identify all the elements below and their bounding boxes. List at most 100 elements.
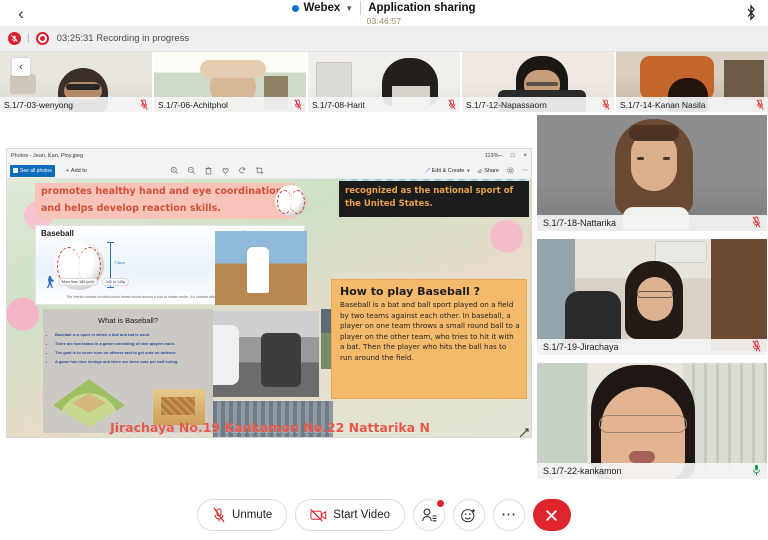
reactions-icon [461, 508, 476, 522]
filmstrip-thumb-1[interactable]: ‹ S.1/7-03-wenyong [0, 52, 152, 112]
recording-bar: | 03:25:31 Recording in progress [0, 26, 768, 52]
what-is-baseball-panel: What is Baseball? Baseball is a sport in… [43, 309, 213, 433]
how-to-play-title: How to play Baseball ? [340, 285, 480, 298]
edit-create-label: Edit & Create [431, 167, 465, 174]
add-to-button[interactable]: + Add to [66, 168, 87, 174]
maximize-button[interactable]: □ [511, 153, 515, 159]
unmute-button[interactable]: Unmute [197, 499, 288, 531]
tile-nameplate-3: S.1/7-22-kankamon [537, 463, 767, 479]
header-center: Webex ▼ Application sharing 03:46:57 [0, 1, 768, 26]
batter-photo [215, 231, 307, 305]
photos-right-tools: Edit & Create ▼ Share ⋯ [424, 166, 528, 175]
photos-window-title: Photos - Jean, Kan, Ploy.jpeg [11, 153, 84, 159]
tile-nameplate-2: S.1/7-19-Jirachaya [537, 339, 767, 355]
filmstrip-thumb-4[interactable]: S.1/7-12-Napassaorn [462, 52, 614, 112]
video-tile-1[interactable]: S.1/7-18-Nattarika [536, 114, 768, 232]
gear-icon[interactable] [506, 166, 515, 175]
delete-icon[interactable] [204, 166, 213, 175]
resize-grip-icon[interactable] [519, 425, 529, 437]
end-call-button[interactable] [532, 499, 571, 531]
reactions-button[interactable] [452, 499, 485, 531]
bullet-4: A game has nine innings and there are th… [55, 359, 204, 365]
minimize-button[interactable]: – [499, 153, 502, 159]
more-icon[interactable]: ⋯ [522, 167, 528, 174]
runner-icon [46, 276, 54, 288]
see-all-photos-label: See all photos [20, 167, 52, 174]
mic-muted-icon [294, 99, 302, 110]
mic-muted-icon [756, 99, 764, 110]
favorite-icon[interactable] [221, 166, 230, 175]
mic-muted-badge-icon [8, 32, 21, 45]
thumb-nameplate-1: S.1/7-03-wenyong [0, 97, 152, 112]
pink-band-line1: promotes healthy hand and eye coordinati… [41, 186, 283, 197]
filmstrip-thumb-5[interactable]: S.1/7-14-Kanan Nasila [616, 52, 768, 112]
video-sidebar: S.1/7-18-Nattarika S.1/7-19-Jirachaya S.… [536, 114, 768, 490]
mic-muted-icon [752, 216, 761, 230]
thumb-nameplate-5: S.1/7-14-Kanan Nasila [616, 97, 768, 112]
see-all-photos-button[interactable]: See all photos [10, 164, 55, 177]
thumb-nameplate-3: S.1/7-08-Harit [308, 97, 460, 112]
thumb-name-5: S.1/7-14-Kanan Nasila [620, 99, 706, 110]
pink-band-line2: and helps develop reaction skills. [41, 203, 221, 214]
what-is-bullets: Baseball is a sport in which a ball and … [43, 325, 213, 365]
edit-create-button[interactable]: Edit & Create ▼ [424, 167, 471, 174]
tile-name-1: S.1/7-18-Nattarika [543, 218, 617, 228]
crop-icon[interactable] [255, 166, 264, 175]
video-tile-3[interactable]: S.1/7-22-kankamon [536, 362, 768, 480]
share-icon [478, 169, 482, 173]
webex-meeting-window: ‹ Webex ▼ Application sharing 03:46:57 |… [0, 0, 768, 540]
grid-icon [13, 168, 18, 173]
end-call-icon [546, 509, 558, 521]
shared-screen-area[interactable]: Photos - Jean, Kan, Ploy.jpeg 113% – □ ×… [0, 114, 536, 440]
tile-nameplate-1: S.1/7-18-Nattarika [537, 215, 767, 231]
baseball-icon [275, 185, 307, 217]
start-video-button[interactable]: Start Video [295, 499, 405, 531]
webex-brand-menu[interactable]: Webex ▼ [292, 2, 353, 14]
header-divider [360, 1, 362, 15]
meeting-controls: Unmute Start Video ⋯ [0, 490, 768, 540]
ball-stats: More than 180 km/h 141 to 148g [46, 276, 129, 288]
tile-video-1 [537, 115, 767, 231]
close-button[interactable]: × [523, 153, 527, 159]
filmstrip-thumb-2[interactable]: S.1/7-06-Achitphol [154, 52, 306, 112]
video-off-icon [310, 508, 327, 522]
magic-wand-icon [424, 168, 430, 173]
thumb-name-1: S.1/7-03-wenyong [4, 99, 73, 110]
webex-logo-icon [292, 4, 300, 12]
photos-tool-icons [170, 166, 264, 175]
recording-status-text: 03:25:31 Recording in progress [56, 33, 190, 44]
participant-filmstrip: ‹ S.1/7-03-wenyong S.1/7-06-Achitphol S.… [0, 52, 768, 112]
plus-icon: + [65, 167, 69, 174]
filmstrip-prev-button[interactable]: ‹ [12, 58, 30, 76]
unmute-label: Unmute [232, 509, 273, 521]
participants-button[interactable] [412, 499, 445, 531]
bullet-1: Baseball is a sport in which a ball and … [55, 332, 204, 338]
mic-muted-icon [752, 340, 761, 354]
more-options-icon: ⋯ [500, 506, 517, 523]
photos-toolbar: See all photos + Add to Edit & Create ▼ … [7, 163, 531, 179]
share-button[interactable]: Share [477, 168, 499, 174]
share-label: Share [484, 167, 499, 174]
chevron-down-icon: ▼ [466, 168, 471, 173]
mic-muted-icon [213, 507, 225, 523]
dark-text-box: recognized as the national sport of the … [339, 181, 529, 217]
webex-brand-label: Webex [303, 2, 341, 14]
stat-speed: More than 180 km/h [58, 278, 98, 286]
bluetooth-icon[interactable] [743, 4, 759, 22]
how-to-play-box: How to play Baseball ? Baseball is a bat… [331, 279, 527, 399]
zoom-in-icon[interactable] [170, 166, 179, 175]
thumb-nameplate-2: S.1/7-06-Achitphol [154, 97, 306, 112]
photos-zoom-level: 113% [484, 153, 499, 159]
rotate-icon[interactable] [238, 166, 247, 175]
video-tile-2[interactable]: S.1/7-19-Jirachaya [536, 238, 768, 356]
participants-icon [422, 508, 437, 522]
recording-badge-icon [35, 32, 49, 45]
slide-caption: Jirachaya No.19 Kankamon No.22 Nattarika… [110, 420, 430, 435]
filmstrip-thumb-3[interactable]: S.1/7-08-Harit [308, 52, 460, 112]
bullet-3: The goal is to score runs on offense and… [55, 350, 204, 356]
start-video-label: Start Video [333, 509, 390, 521]
photos-app-window[interactable]: Photos - Jean, Kan, Ploy.jpeg 113% – □ ×… [6, 148, 532, 438]
more-options-button[interactable]: ⋯ [492, 499, 525, 531]
photos-titlebar: Photos - Jean, Kan, Ploy.jpeg 113% – □ × [7, 149, 531, 163]
zoom-out-icon[interactable] [187, 166, 196, 175]
